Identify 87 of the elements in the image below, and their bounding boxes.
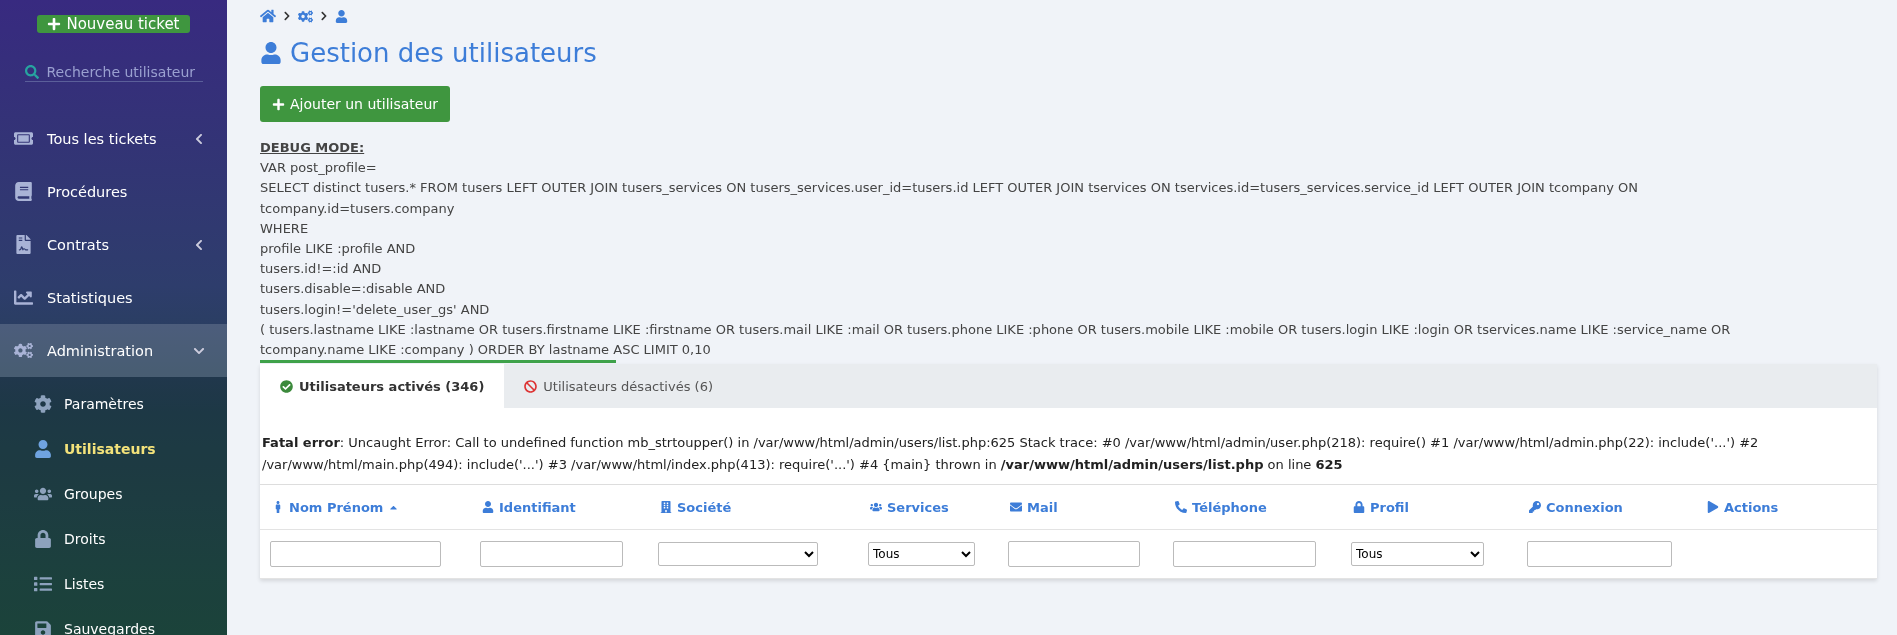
column-header-label: Téléphone — [1192, 499, 1267, 515]
column-header[interactable]: Nom Prénom — [260, 485, 470, 531]
ban-icon — [524, 379, 538, 393]
list-icon — [34, 574, 52, 593]
filter-input[interactable] — [1008, 541, 1140, 568]
book-icon — [14, 182, 33, 201]
filter-input[interactable] — [1173, 541, 1316, 568]
building-icon — [660, 501, 672, 514]
search-field[interactable]: Recherche utilisateur — [24, 63, 203, 82]
user-icon — [260, 42, 282, 64]
error-message: Fatal error: Uncaught Error: Call to undefined function mb_strtoupper() in /var/www/html/admin/users/list.php:625 Stack trace: #0 /var/www/html/admin/user.php(218): require() #1 /var/www/html/admin.php(22): include('...') #2 /var/www/html/main.php(494): include('...') #3 /var/www/html/index.php(413): require('...') #4 {main} thrown in /var/www/html/admin/users/list.php on line 625 — [260, 408, 1877, 486]
phone-icon — [1175, 501, 1187, 514]
column-header-label: Profil — [1370, 499, 1409, 515]
column-header-label: Connexion — [1546, 499, 1623, 515]
debug-line: profile LIKE :profile AND — [260, 240, 417, 258]
filter-select[interactable]: Tous — [868, 542, 975, 567]
debug-line: WHERE — [260, 219, 310, 238]
column-header-label: Mail — [1027, 499, 1058, 515]
key-icon — [1529, 501, 1541, 514]
column-header[interactable]: Société — [648, 485, 858, 531]
users-icon — [870, 501, 882, 514]
plus-icon — [47, 17, 62, 31]
lock-icon — [34, 529, 52, 548]
page-title: Gestion des utilisateurs — [290, 38, 597, 68]
sidebar-item[interactable]: Administration — [0, 324, 227, 377]
tab[interactable]: Utilisateurs activés (346) — [260, 364, 505, 409]
sidebar-item[interactable]: Contrats — [0, 218, 227, 271]
gears-icon[interactable] — [298, 8, 313, 24]
lock-icon — [1353, 501, 1365, 514]
sidebar-item[interactable]: Procédures — [0, 165, 227, 218]
document-icon — [14, 235, 33, 254]
submenu-item[interactable]: Paramètres — [0, 381, 227, 426]
gears-icon — [14, 341, 33, 360]
debug-line: SELECT distinct tusers.* FROM tusers LEFT OUTER JOIN tusers_services ON tusers_services.user_id=tusers.id LEFT OUTER JOIN tservices ON tservices.id=tusers_services.service_id LEFT OUTER JOIN tcompany ON — [260, 179, 1640, 198]
filter-input[interactable] — [270, 541, 441, 568]
user-icon[interactable] — [335, 9, 348, 23]
debug-line: tcompany.id=tusers.company — [260, 199, 456, 218]
tab[interactable]: Utilisateurs désactivés (6) — [504, 364, 733, 409]
sidebar-item[interactable]: Statistiques — [0, 271, 227, 324]
home-icon[interactable] — [260, 8, 276, 24]
column-header-label: Nom Prénom — [289, 499, 384, 515]
sidebar-item[interactable]: Tous les tickets — [0, 112, 227, 165]
filter-select[interactable]: Tous — [1351, 542, 1484, 567]
sidebar-item-label: Contrats — [47, 236, 110, 253]
add-user-button[interactable]: Ajouter un utilisateur — [260, 86, 451, 122]
user-icon — [482, 501, 494, 514]
sidebar-item-label: Tous les tickets — [47, 130, 158, 147]
column-header[interactable]: Identifiant — [470, 485, 648, 531]
filter-input[interactable] — [480, 541, 623, 568]
debug-line: tusers.login!='delete_user_gs' AND — [260, 300, 491, 319]
new-ticket-button[interactable]: Nouveau ticket — [37, 15, 190, 33]
submenu-item[interactable]: Utilisateurs — [0, 426, 227, 471]
column-header[interactable]: Mail — [998, 485, 1163, 531]
debug-line: tcompany.name LIKE :company ) ORDER BY lastname ASC LIMIT 0,10 — [260, 341, 712, 360]
column-header[interactable]: Téléphone — [1163, 485, 1341, 531]
sidebar-item-label: Procédures — [47, 183, 129, 200]
debug-line: tusers.id!=:id AND — [260, 260, 383, 279]
debug-line: tusers.disable=:disable AND — [260, 280, 447, 299]
chevron-right-icon — [282, 11, 292, 21]
submenu-item[interactable]: Groupes — [0, 471, 227, 516]
line-chart-icon — [14, 288, 33, 307]
column-header[interactable]: Connexion — [1517, 485, 1695, 531]
column-header-label: Services — [887, 499, 949, 515]
submenu-item[interactable]: Listes — [0, 561, 227, 606]
ticket-icon — [14, 129, 33, 148]
chevron-right-icon — [319, 11, 329, 21]
filter-input[interactable] — [1527, 541, 1672, 568]
column-header[interactable]: Services — [858, 485, 998, 531]
column-header-label: Identifiant — [499, 499, 576, 515]
column-header-label: Société — [677, 499, 732, 515]
sidebar-item-label: Administration — [47, 342, 155, 359]
debug-line: ( tusers.lastname LIKE :lastname OR tusers.firstname LIKE :firstname OR tusers.mail LIKE :mail OR tusers.phone LIKE :phone OR tusers.mobile LIKE :mobile OR tusers.login LIKE :login OR tservices.name LIKE :service_name OR — [260, 320, 1732, 339]
filter-select[interactable] — [658, 542, 818, 567]
envelope-icon — [1010, 501, 1022, 514]
search-icon — [24, 65, 39, 79]
floppy-icon — [34, 619, 52, 635]
plus-icon — [272, 97, 285, 111]
sidebar-item-label: Statistiques — [47, 289, 134, 306]
submenu-item[interactable]: Droits — [0, 516, 227, 561]
column-header[interactable]: Actions — [1695, 485, 1877, 531]
column-header-label: Actions — [1724, 499, 1779, 515]
play-icon — [1707, 501, 1719, 514]
debug-heading: DEBUG MODE: — [260, 139, 366, 157]
debug-line: VAR post_profile= — [260, 159, 378, 178]
column-header[interactable]: Profil — [1341, 485, 1517, 531]
user-icon — [34, 439, 52, 458]
gear-icon — [34, 394, 52, 413]
